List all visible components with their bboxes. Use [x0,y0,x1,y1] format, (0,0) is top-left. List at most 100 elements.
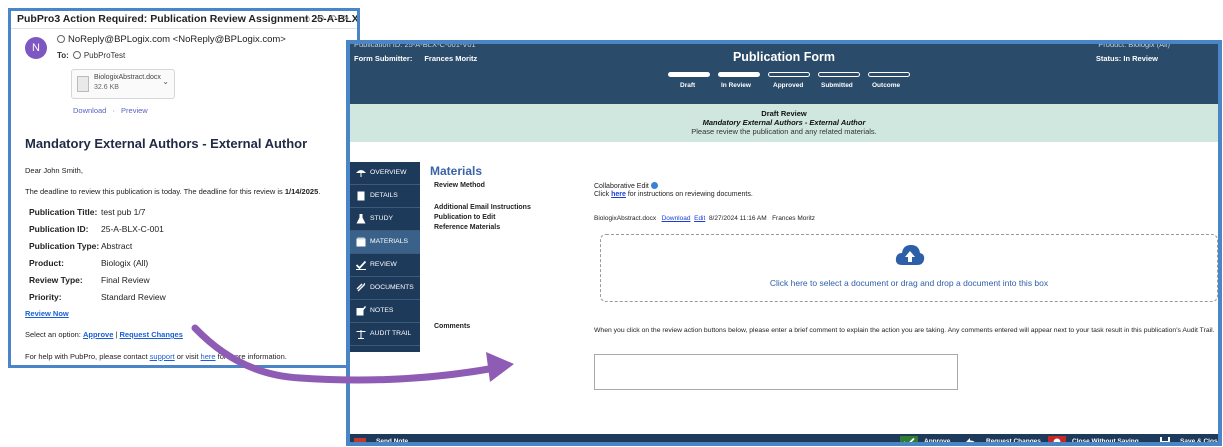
document-icon [77,76,89,92]
info-icon[interactable] [650,182,658,189]
options-line: Select an option: Approve | Request Chan… [25,330,183,339]
nav-item-details[interactable]: DETAILS [350,185,420,208]
help-mid: or visit [174,352,201,361]
nav-item-study[interactable]: STUDY [350,208,420,231]
product-row: Product: Biologix (All) [1098,40,1170,49]
step-draft: Draft [680,82,696,89]
deadline-date: 1/14/2025 [284,187,319,196]
nav-item-notes[interactable]: NOTES [350,300,420,323]
save-icon [1160,437,1170,442]
to-label: To: [57,51,69,60]
deadline-text: The deadline to review this publication … [25,187,320,196]
reply-all-icon[interactable]: ↶ [328,14,340,25]
nav-label: NOTES [370,307,394,314]
help-here-link[interactable]: here [201,352,216,361]
detail-value: test pub 1/7 [101,207,146,217]
flask-icon [356,214,366,224]
from-line: NoReply@BPLogix.com <NoReply@BPLogix.com… [57,34,286,45]
reply-icon[interactable]: ↶ [316,14,328,25]
nav-label: REVIEW [370,261,397,268]
approve-button[interactable]: Approve [900,436,951,445]
form-footer: Send Note Approve Request Changes Close … [350,434,1218,445]
help-line: For help with PubPro, please contact sup… [25,352,287,361]
dropzone-text: Click here to select a document or drag … [769,278,1049,288]
from-address: NoReply@BPLogix.com <NoReply@BPLogix.com… [68,34,286,45]
publication-id-row: Publication ID: 25-A-BLX-C-001-V01 [354,40,476,49]
banner-subtitle: Mandatory External Authors - External Au… [702,118,866,127]
avatar: N [25,37,47,59]
close-without-saving-button[interactable]: Close Without Saving [1048,436,1139,445]
send-note-label: Send Note [376,438,409,445]
approve-link[interactable]: Approve [83,330,113,339]
review-method-text: Collaborative Edit [594,183,649,190]
step-segment-submitted [818,72,860,77]
detail-label: Priority: [29,292,62,302]
emoji-icon[interactable]: ☺ [302,14,316,25]
banner-title: Draft Review [761,109,807,118]
send-note-button[interactable]: Send Note [352,436,409,445]
nav-label: MATERIALS [370,238,409,245]
email-title: Mandatory External Authors - External Au… [25,136,308,151]
paperclip-icon [356,283,366,292]
attachment-card[interactable]: BiologixAbstract.docx 32.6 KB ⌄ [71,69,175,99]
nav-item-overview[interactable]: OVERVIEW [350,162,420,185]
file-author: Frances Moritz [772,215,816,222]
step-submitted: Submitted [821,82,853,89]
comments-label: Comments [434,323,471,330]
review-method-label: Review Method [434,182,485,189]
attachment-links: Download · Preview [73,106,152,115]
step-segment-in-review [718,72,760,77]
close-icon [1048,436,1066,442]
radio-icon [57,35,65,43]
file-edit-link[interactable]: Edit [694,215,705,222]
request-changes-button[interactable]: Request Changes [962,436,1041,442]
support-link[interactable]: support [150,352,175,361]
step-outcome: Outcome [872,82,901,89]
instructions-here-link[interactable]: here [611,191,626,198]
checkmark-icon [900,436,918,442]
to-line: To: PubProTest [57,51,125,60]
preview-link[interactable]: Preview [121,106,148,115]
nav-label: DETAILS [370,192,398,199]
publication-file-row: BiologixAbstract.docx Download Edit 8/27… [594,215,815,222]
envelope-icon [354,438,366,442]
forward-icon[interactable]: ↷ [341,14,353,25]
folder-icon [356,237,366,247]
review-now-link[interactable]: Review Now [25,309,69,318]
approve-label: Approve [924,438,951,445]
download-link[interactable]: Download [73,106,106,115]
save-close-button[interactable]: Save & Close [1156,436,1218,442]
nav-label: STUDY [370,215,394,222]
detail-value: 25-A-BLX-C-001 [101,224,164,234]
comments-textarea[interactable] [594,354,958,390]
help-prefix: For help with PubPro, please contact [25,352,150,361]
link-separator: · [112,106,115,115]
email-window: PubPro3 Action Required: Publication Rev… [8,8,360,368]
click-prefix: Click [594,191,612,198]
step-in-review: In Review [721,82,751,89]
nav-item-documents[interactable]: DOCUMENTS [350,277,420,300]
reference-materials-label: Reference Materials [434,224,501,231]
close-without-saving-label: Close Without Saving [1072,438,1139,445]
nav-item-review[interactable]: REVIEW [350,254,420,277]
publication-details: Publication Title: test pub 1/7 Publicati… [29,207,166,309]
greeting: Dear John Smith, [25,166,83,175]
nav-item-materials[interactable]: MATERIALS [350,231,420,254]
detail-label: Review Type: [29,275,83,285]
document-dropzone[interactable]: Click here to select a document or drag … [600,234,1218,302]
side-nav: OVERVIEW DETAILS STUDY MATERIALS REVIEW … [350,162,420,352]
file-name: BiologixAbstract.docx [594,215,657,222]
chevron-down-icon[interactable]: ⌄ [162,77,169,86]
undo-arrow-icon [966,438,975,442]
email-subject-icons: ☺↶↶↷ [302,14,353,25]
detail-row: Publication Title: test pub 1/7 [29,207,166,224]
workflow-steps: Draft In Review Approved Submitted Outco… [668,82,928,92]
publication-to-edit-label: Publication to Edit [434,214,496,221]
request-changes-link[interactable]: Request Changes [120,330,183,339]
detail-value: Biologix (All) [101,258,149,268]
detail-value: Abstract [101,241,133,251]
scale-icon [356,330,366,339]
nav-item-audit-trail[interactable]: AUDIT TRAIL [350,323,420,346]
file-download-link[interactable]: Download [662,215,691,222]
detail-row: Publication Type: Abstract [29,241,166,258]
